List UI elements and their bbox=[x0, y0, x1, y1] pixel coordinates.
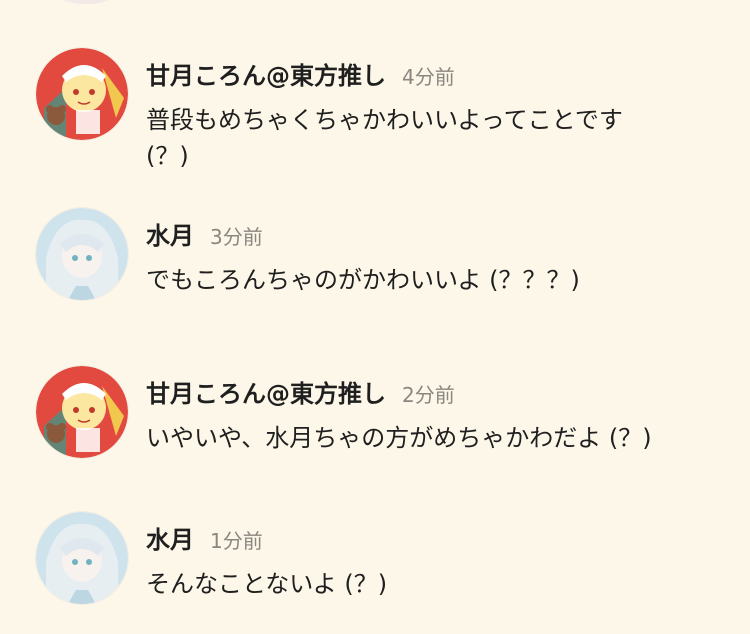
username[interactable]: 甘月ころん@東方推し bbox=[146, 374, 386, 409]
username[interactable]: 甘月ころん@東方推し bbox=[146, 56, 386, 91]
message-text: 普段もめちゃくちゃかわいいよってことです (？) bbox=[146, 106, 623, 170]
silver-hair-girl-avatar[interactable] bbox=[36, 512, 128, 604]
flandre-avatar[interactable] bbox=[36, 366, 128, 458]
timestamp: 2分前 bbox=[402, 383, 455, 407]
timestamp: 4分前 bbox=[402, 65, 455, 89]
silver-hair-girl-avatar[interactable] bbox=[36, 208, 128, 300]
timestamp: 3分前 bbox=[210, 225, 263, 249]
previous-avatar-edge bbox=[46, 0, 126, 4]
username[interactable]: 水月 bbox=[146, 520, 194, 555]
message-text: そんなことないよ (？) bbox=[146, 570, 388, 598]
message-text: でもころんちゃのがかわいいよ (？？？) bbox=[146, 266, 580, 294]
username[interactable]: 水月 bbox=[146, 216, 194, 251]
timestamp: 1分前 bbox=[210, 529, 263, 553]
message-text: いやいや、水月ちゃの方がめちゃかわだよ (？) bbox=[146, 424, 652, 452]
flandre-avatar[interactable] bbox=[36, 48, 128, 140]
